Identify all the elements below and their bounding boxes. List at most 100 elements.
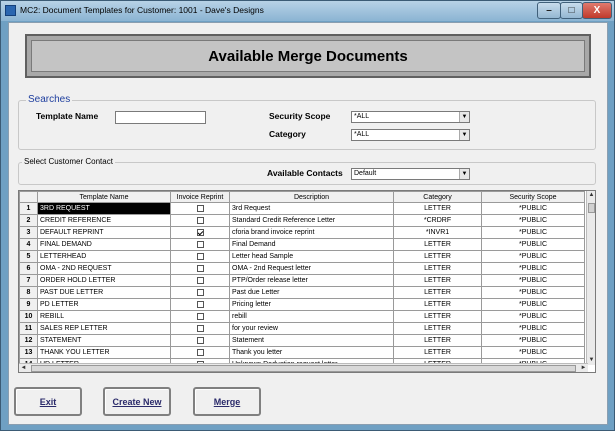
- description-cell[interactable]: cforia brand invoice reprint: [229, 226, 394, 239]
- invoice-reprint-checkbox[interactable]: [196, 276, 204, 284]
- invoice-reprint-checkbox[interactable]: [196, 264, 204, 272]
- chevron-down-icon[interactable]: ▼: [459, 130, 469, 140]
- table-row[interactable]: 13 THANK YOU LETTER Thank you letter LETTER…: [19, 346, 585, 359]
- security-scope-cell[interactable]: *PUBLIC: [481, 274, 585, 287]
- template-name-cell[interactable]: CREDIT REFERENCE: [37, 214, 171, 227]
- template-name-input[interactable]: [115, 111, 206, 124]
- invoice-reprint-cell[interactable]: [170, 250, 230, 263]
- invoice-reprint-checkbox[interactable]: [196, 252, 204, 260]
- template-name-cell[interactable]: FINAL DEMAND: [37, 238, 171, 251]
- description-cell[interactable]: PTP/Order release letter: [229, 274, 394, 287]
- merge-button[interactable]: Merge: [193, 387, 261, 416]
- scroll-left-icon[interactable]: ◄: [19, 364, 28, 372]
- security-scope-cell[interactable]: *PUBLIC: [481, 322, 585, 335]
- row-number[interactable]: 9: [19, 298, 38, 311]
- invoice-reprint-cell[interactable]: [170, 298, 230, 311]
- table-row[interactable]: 11 SALES REP LETTER for your review LETTER *…: [19, 322, 585, 335]
- chevron-down-icon[interactable]: ▼: [459, 112, 469, 122]
- vertical-scroll-thumb[interactable]: [588, 203, 595, 213]
- col-security-scope[interactable]: Security Scope: [481, 191, 585, 203]
- category-cell[interactable]: LETTER: [393, 346, 482, 359]
- col-category[interactable]: Category: [393, 191, 482, 203]
- table-row[interactable]: 12 STATEMENT Statement LETTER *PUBLIC: [19, 334, 585, 347]
- security-scope-cell[interactable]: *PUBLIC: [481, 262, 585, 275]
- category-cell[interactable]: *CRDRF: [393, 214, 482, 227]
- row-number[interactable]: 1: [19, 202, 38, 215]
- row-number[interactable]: 3: [19, 226, 38, 239]
- invoice-reprint-checkbox[interactable]: [196, 336, 204, 344]
- security-scope-cell[interactable]: *PUBLIC: [481, 238, 585, 251]
- row-number[interactable]: 11: [19, 322, 38, 335]
- security-scope-cell[interactable]: *PUBLIC: [481, 250, 585, 263]
- invoice-reprint-cell[interactable]: [170, 286, 230, 299]
- row-number[interactable]: 12: [19, 334, 38, 347]
- table-row[interactable]: 1 3RD REQUEST 3rd Request LETTER *PUBLIC: [19, 202, 585, 215]
- description-cell[interactable]: Thank you letter: [229, 346, 394, 359]
- invoice-reprint-cell[interactable]: [170, 346, 230, 359]
- invoice-reprint-checkbox[interactable]: [196, 312, 204, 320]
- create-new-button[interactable]: Create New: [103, 387, 171, 416]
- row-number[interactable]: 2: [19, 214, 38, 227]
- vertical-scrollbar[interactable]: ▲ ▼: [586, 191, 595, 365]
- template-name-cell[interactable]: LETTERHEAD: [37, 250, 171, 263]
- invoice-reprint-cell[interactable]: [170, 238, 230, 251]
- security-scope-cell[interactable]: *PUBLIC: [481, 286, 585, 299]
- template-name-cell[interactable]: PD LETTER: [37, 298, 171, 311]
- table-row[interactable]: 6 OMA - 2ND REQUEST OMA - 2nd Request lett…: [19, 262, 585, 275]
- description-cell[interactable]: 3rd Request: [229, 202, 394, 215]
- category-cell[interactable]: LETTER: [393, 298, 482, 311]
- invoice-reprint-checkbox[interactable]: [196, 240, 204, 248]
- invoice-reprint-checkbox[interactable]: [196, 204, 204, 212]
- col-template-name[interactable]: Template Name: [37, 191, 171, 203]
- row-number[interactable]: 8: [19, 286, 38, 299]
- invoice-reprint-checkbox[interactable]: [196, 348, 204, 356]
- exit-button[interactable]: Exit: [14, 387, 82, 416]
- invoice-reprint-checkbox[interactable]: [196, 228, 204, 236]
- template-name-cell[interactable]: ORDER HOLD LETTER: [37, 274, 171, 287]
- security-scope-cell[interactable]: *PUBLIC: [481, 214, 585, 227]
- invoice-reprint-checkbox[interactable]: [196, 216, 204, 224]
- table-row[interactable]: 9 PD LETTER Pricing letter LETTER *PUBLIC: [19, 298, 585, 311]
- category-cell[interactable]: LETTER: [393, 334, 482, 347]
- category-cell[interactable]: LETTER: [393, 262, 482, 275]
- scroll-down-icon[interactable]: ▼: [587, 356, 595, 365]
- template-name-cell[interactable]: STATEMENT: [37, 334, 171, 347]
- template-name-cell[interactable]: 3RD REQUEST: [37, 202, 171, 215]
- category-cell[interactable]: LETTER: [393, 238, 482, 251]
- description-cell[interactable]: Statement: [229, 334, 394, 347]
- templates-grid[interactable]: Template Name Invoice Reprint Descriptio…: [18, 190, 596, 373]
- scroll-up-icon[interactable]: ▲: [587, 191, 595, 200]
- category-cell[interactable]: LETTER: [393, 310, 482, 323]
- invoice-reprint-cell[interactable]: [170, 322, 230, 335]
- close-button[interactable]: X: [582, 2, 612, 19]
- security-scope-cell[interactable]: *PUBLIC: [481, 202, 585, 215]
- category-cell[interactable]: LETTER: [393, 322, 482, 335]
- template-name-cell[interactable]: OMA - 2ND REQUEST: [37, 262, 171, 275]
- invoice-reprint-checkbox[interactable]: [196, 324, 204, 332]
- template-name-cell[interactable]: SALES REP LETTER: [37, 322, 171, 335]
- security-scope-select[interactable]: *ALL ▼: [351, 111, 470, 123]
- security-scope-cell[interactable]: *PUBLIC: [481, 310, 585, 323]
- category-cell[interactable]: LETTER: [393, 202, 482, 215]
- scroll-right-icon[interactable]: ►: [579, 364, 588, 372]
- security-scope-cell[interactable]: *PUBLIC: [481, 226, 585, 239]
- table-row[interactable]: 8 PAST DUE LETTER Past due Letter LETTER *PU…: [19, 286, 585, 299]
- invoice-reprint-cell[interactable]: [170, 274, 230, 287]
- minimize-button[interactable]: –: [537, 2, 561, 19]
- col-invoice-reprint[interactable]: Invoice Reprint: [170, 191, 230, 203]
- template-name-cell[interactable]: THANK YOU LETTER: [37, 346, 171, 359]
- row-number[interactable]: 13: [19, 346, 38, 359]
- invoice-reprint-cell[interactable]: [170, 226, 230, 239]
- table-row[interactable]: 5 LETTERHEAD Letter head Sample LETTER *PUBL…: [19, 250, 585, 263]
- row-number[interactable]: 10: [19, 310, 38, 323]
- template-name-cell[interactable]: PAST DUE LETTER: [37, 286, 171, 299]
- invoice-reprint-checkbox[interactable]: [196, 300, 204, 308]
- row-number[interactable]: 4: [19, 238, 38, 251]
- description-cell[interactable]: rebill: [229, 310, 394, 323]
- description-cell[interactable]: Standard Credit Reference Letter: [229, 214, 394, 227]
- description-cell[interactable]: for your review: [229, 322, 394, 335]
- category-cell[interactable]: LETTER: [393, 274, 482, 287]
- category-cell[interactable]: LETTER: [393, 286, 482, 299]
- row-number[interactable]: 6: [19, 262, 38, 275]
- title-bar[interactable]: MC2: Document Templates for Customer: 10…: [1, 1, 614, 21]
